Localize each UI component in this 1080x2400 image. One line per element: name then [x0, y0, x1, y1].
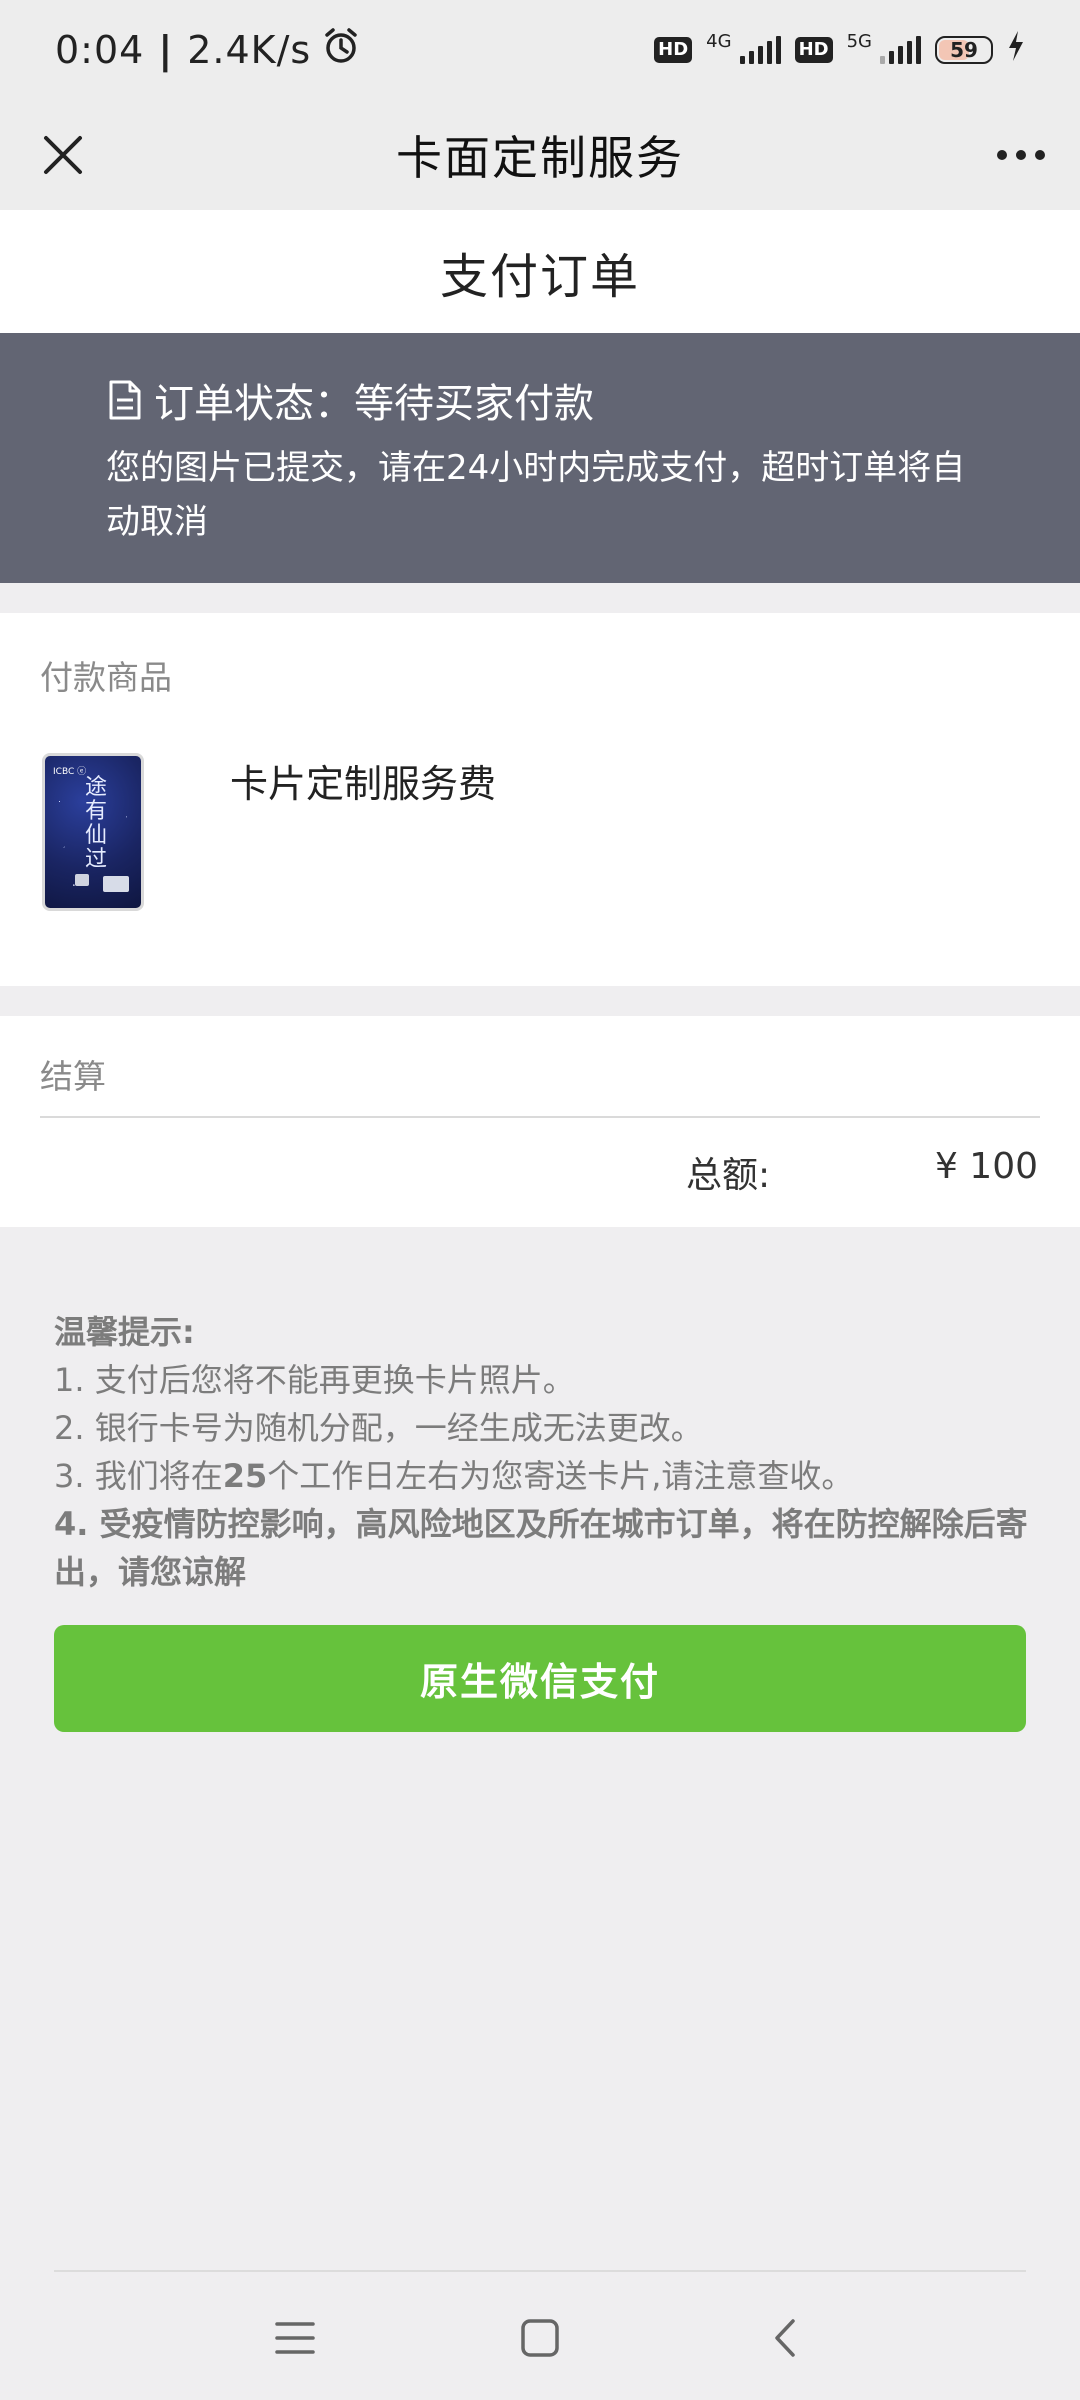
- total-label: 总额:: [686, 1155, 771, 1196]
- tip-item-3-days: 25: [222, 1457, 268, 1495]
- order-status-line: 订单状态：等待买家付款: [108, 371, 990, 429]
- card-network-logo: [103, 876, 129, 892]
- status-right: HD 4G HD 5G 59: [654, 31, 1025, 70]
- tip-item-1: 1. 支付后您将不能再更换卡片照片。: [54, 1361, 575, 1399]
- card-thumbnail[interactable]: ICBC ⓔ 途有仙过: [42, 753, 144, 911]
- card-calligraphy: 途有仙过: [85, 775, 108, 872]
- settlement-section: 结算 总额: ¥ 100: [0, 1016, 1080, 1227]
- back-icon[interactable]: [755, 2308, 815, 2368]
- network-5g: 5G: [846, 30, 872, 52]
- status-separator: |: [158, 28, 174, 72]
- close-icon[interactable]: [30, 122, 96, 188]
- status-time: 0:04: [55, 28, 145, 72]
- order-status-label: 订单状态：等待买家付款: [154, 381, 594, 427]
- home-icon[interactable]: [510, 2308, 570, 2368]
- wechat-pay-button[interactable]: 原生微信支付: [54, 1625, 1026, 1732]
- hd-badge: HD: [654, 37, 693, 63]
- tip-item-3-prefix: 3. 我们将在: [54, 1457, 223, 1495]
- alarm-icon: [321, 26, 361, 75]
- nav-title: 卡面定制服务: [396, 131, 684, 185]
- order-status-banner: 订单状态：等待买家付款 您的图片已提交，请在24小时内完成支付，超时订单将自动取…: [0, 333, 1080, 583]
- card-bank-logo: ICBC ⓔ: [53, 767, 87, 777]
- hd-badge-2: HD: [794, 37, 833, 63]
- status-left: 0:04 | 2.4K/s: [55, 26, 361, 75]
- tip-item-2: 2. 银行卡号为随机分配，一经生成无法更改。: [54, 1409, 703, 1447]
- nav-bar: 卡面定制服务: [0, 100, 1080, 210]
- tips-title: 温馨提示:: [54, 1313, 195, 1351]
- tip-item-3: 3. 我们将在25个工作日左右为您寄送卡片,请注意查收。: [54, 1452, 1034, 1500]
- document-icon: [108, 380, 142, 420]
- status-net-speed: 2.4K/s: [187, 28, 312, 72]
- charging-icon: [1007, 31, 1025, 69]
- battery-level: 59: [950, 38, 978, 62]
- tips-section: 温馨提示: 1. 支付后您将不能再更换卡片照片。 2. 银行卡号为随机分配，一经…: [54, 1308, 1034, 1596]
- status-bar: 0:04 | 2.4K/s HD 4G HD 5G 59: [0, 0, 1080, 100]
- menu-icon[interactable]: [265, 2308, 325, 2368]
- settlement-divider: [40, 1116, 1040, 1118]
- page-title: 支付订单: [439, 248, 640, 305]
- signal-icon: [739, 36, 781, 64]
- page-header: 支付订单: [0, 210, 1080, 333]
- signal-icon-2: [880, 36, 921, 64]
- order-status-description: 您的图片已提交，请在24小时内完成支付，超时订单将自动取消: [106, 448, 966, 542]
- product-section: 付款商品 ICBC ⓔ 途有仙过 卡片定制服务费: [0, 613, 1080, 986]
- more-icon[interactable]: [988, 122, 1054, 188]
- network-4g: 4G: [706, 30, 732, 52]
- tip-item-3-suffix: 个工作日左右为您寄送卡片,请注意查收。: [267, 1457, 854, 1495]
- battery-icon: 59: [935, 36, 993, 64]
- system-nav-bar: [0, 2272, 1080, 2400]
- settlement-section-label: 结算: [40, 1057, 106, 1096]
- total-value: ¥ 100: [934, 1146, 1038, 1187]
- product-name: 卡片定制服务费: [230, 762, 497, 806]
- product-section-label: 付款商品: [40, 658, 172, 697]
- tip-item-4: 4. 受疫情防控影响，高风险地区及所在城市订单，将在防控解除后寄出，请您谅解: [54, 1505, 1028, 1591]
- card-chip: [75, 874, 89, 886]
